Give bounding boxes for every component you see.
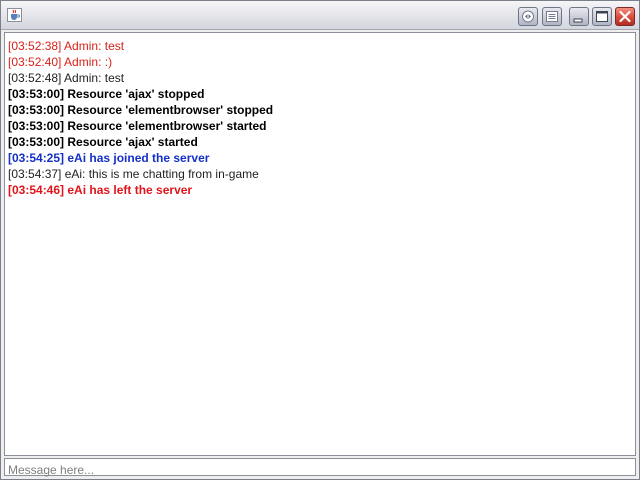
chat-line: [03:53:00] Resource 'elementbrowser' sto…: [8, 103, 274, 117]
title-bar[interactable]: [1, 1, 639, 30]
close-icon: [616, 8, 634, 25]
chat-line: [03:54:46] eAi has left the server: [8, 183, 193, 197]
chat-log-area[interactable]: [03:52:38] Admin: test [03:52:40] Admin: …: [4, 32, 636, 456]
chat-window: [03:52:38] Admin: test [03:52:40] Admin: …: [0, 0, 640, 480]
chat-line: [03:52:38] Admin: test: [8, 39, 125, 53]
list-button[interactable]: [542, 7, 562, 26]
list-icon: [543, 8, 561, 25]
java-cup-icon: [7, 8, 22, 22]
close-button[interactable]: [615, 7, 635, 26]
chat-line: [03:52:40] Admin: :): [8, 55, 113, 69]
chat-log: [03:52:38] Admin: test [03:52:40] Admin: …: [5, 33, 635, 198]
chat-line: [03:53:00] Resource 'ajax' started: [8, 135, 198, 149]
message-input-container: [4, 458, 636, 478]
chat-line: [03:53:00] Resource 'ajax' stopped: [8, 87, 205, 101]
chat-line: [03:54:37] eAi: this is me chatting from…: [8, 167, 259, 181]
arrows-icon: [519, 8, 537, 25]
chat-line: [03:54:25] eAi has joined the server: [8, 151, 210, 165]
message-input[interactable]: [5, 462, 635, 478]
chat-line: [03:53:00] Resource 'elementbrowser' sta…: [8, 119, 267, 133]
chat-line: [03:52:48] Admin: test: [8, 71, 125, 85]
maximize-button[interactable]: [592, 7, 612, 26]
arrows-button[interactable]: [518, 7, 538, 26]
minimize-button[interactable]: [569, 7, 589, 26]
minimize-icon: [570, 8, 588, 25]
maximize-icon: [593, 8, 611, 25]
